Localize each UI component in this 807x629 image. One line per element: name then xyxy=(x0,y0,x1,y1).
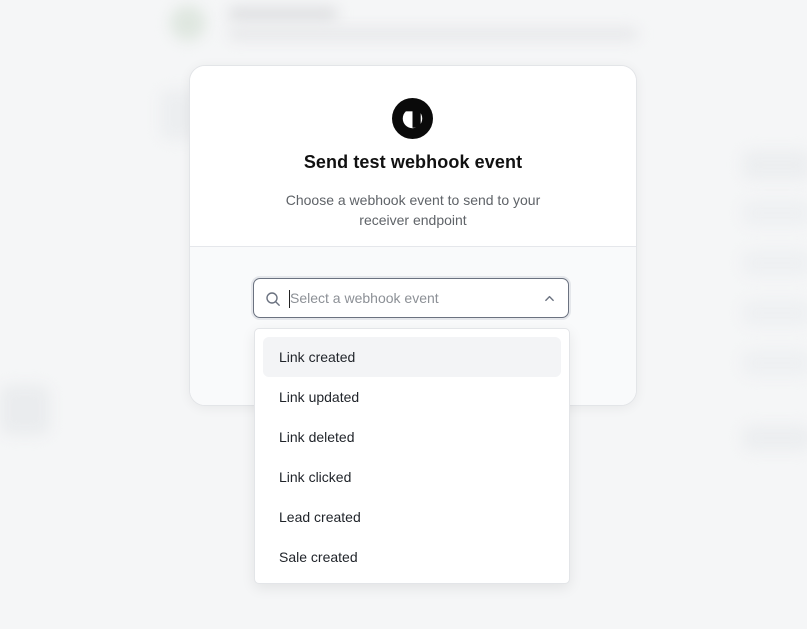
webhook-event-search-input[interactable] xyxy=(290,279,530,317)
background-side-right-3 xyxy=(742,250,807,276)
option-link-deleted[interactable]: Link deleted xyxy=(263,417,561,457)
dub-logo-icon xyxy=(392,98,433,139)
background-side-right-1 xyxy=(742,150,807,180)
webhook-event-dropdown: Link created Link updated Link deleted L… xyxy=(254,328,570,584)
option-link-clicked[interactable]: Link clicked xyxy=(263,457,561,497)
background-side-right-6 xyxy=(742,425,807,451)
background-header-title xyxy=(228,7,338,21)
modal-title: Send test webhook event xyxy=(303,152,523,172)
option-lead-created[interactable]: Lead created xyxy=(263,497,561,537)
modal-subtitle: Choose a webhook event to send to your r… xyxy=(285,192,541,228)
modal-header: Send test webhook event Choose a webhook… xyxy=(190,66,636,247)
webhook-event-select[interactable] xyxy=(253,278,569,318)
background-logo xyxy=(170,5,206,41)
option-link-updated[interactable]: Link updated xyxy=(263,377,561,417)
background-header-subtitle xyxy=(228,28,638,40)
background-side-left xyxy=(0,385,50,435)
background-side-right-4 xyxy=(742,300,807,326)
option-sale-created[interactable]: Sale created xyxy=(263,537,561,577)
option-link-created[interactable]: Link created xyxy=(263,337,561,377)
background-side-right-2 xyxy=(742,200,807,226)
search-icon xyxy=(266,292,280,306)
chevron-up-icon[interactable] xyxy=(544,293,555,304)
background-side-right-5 xyxy=(742,350,807,376)
